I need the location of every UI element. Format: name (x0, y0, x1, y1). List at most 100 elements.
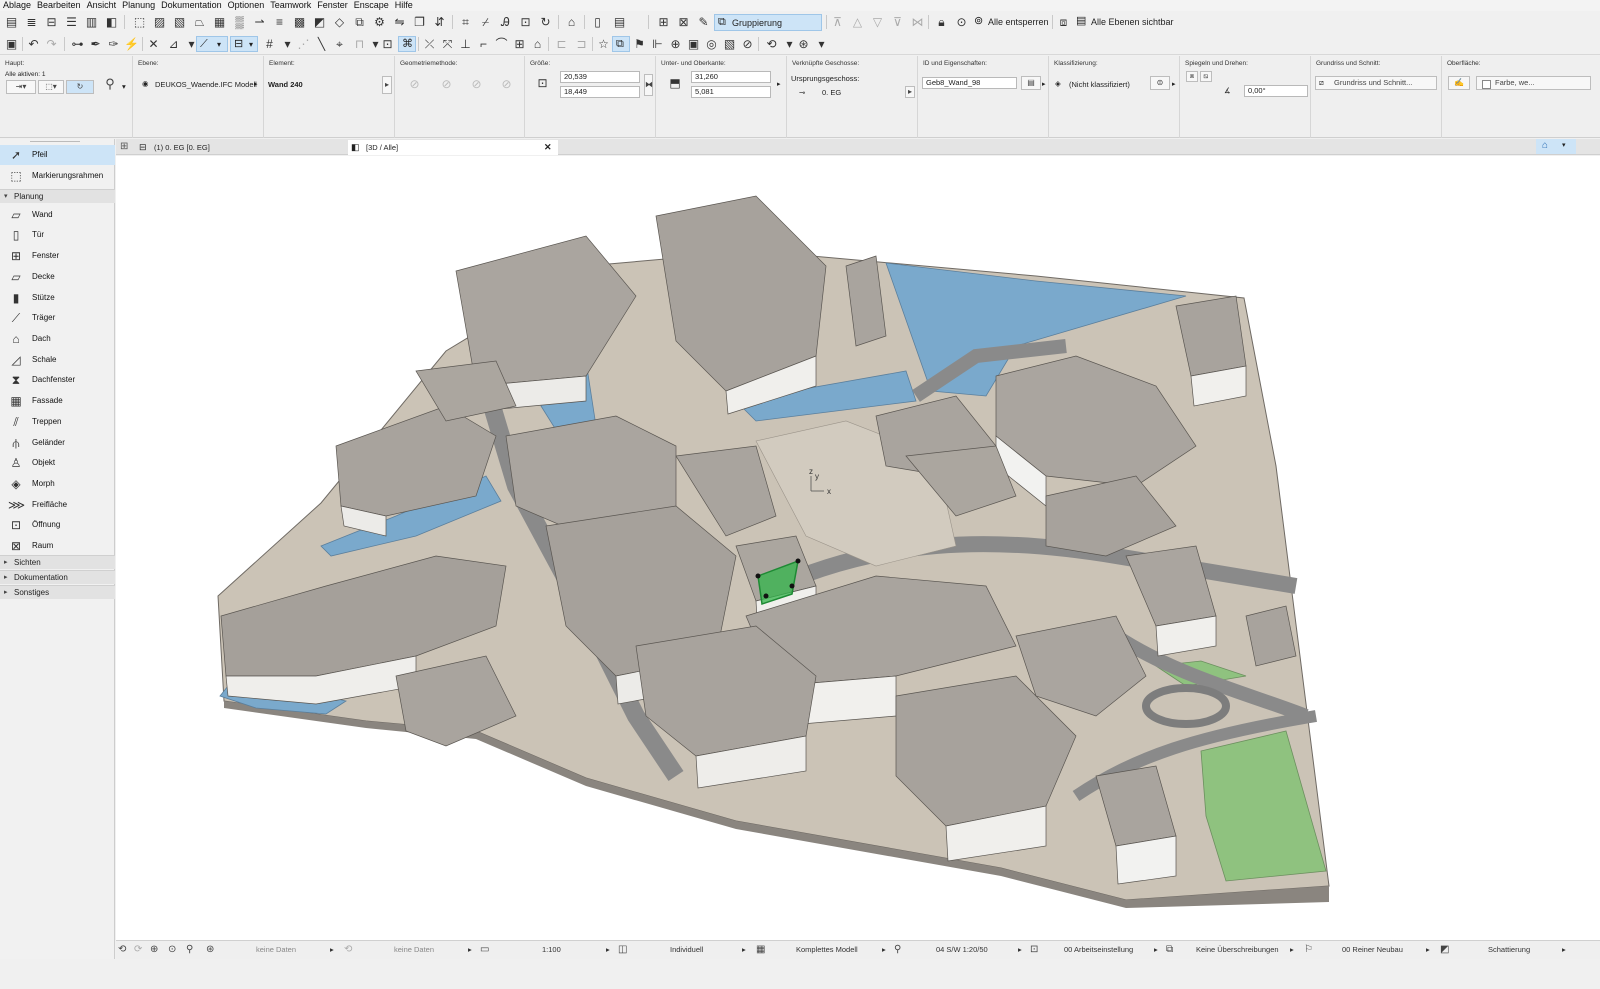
renovation-icon[interactable]: ⚐ (1304, 944, 1313, 955)
tool-fassade[interactable]: ▦ Fassade (0, 391, 115, 411)
home-story-value[interactable]: 0. EG (822, 88, 841, 97)
trapezoid-wall-icon[interactable]: ⊘ (499, 77, 514, 92)
chevron-right-icon[interactable]: ▸ (882, 945, 886, 954)
chevron-right-icon[interactable]: ▸ (1018, 945, 1022, 954)
frame-icon[interactable]: ⧉ (352, 15, 367, 30)
tool-marquee[interactable]: ⬚ Markierungsrahmen (0, 166, 115, 186)
group-sonstiges[interactable]: ▸ Sonstiges (0, 585, 115, 599)
inject-icon[interactable]: ⊶ (70, 37, 85, 52)
tool-treppen[interactable]: ⫽ Treppen (0, 412, 115, 432)
pattern-icon[interactable]: ▩ (292, 15, 307, 30)
toolbox-grip[interactable] (30, 139, 80, 142)
offset2-icon[interactable]: ⊞ (512, 37, 527, 52)
tool-fenster[interactable]: ⊞ Fenster (0, 246, 115, 266)
home-icon[interactable]: ⌂ (564, 15, 579, 30)
shading-value[interactable]: Schattierung (1488, 945, 1530, 954)
overrides-icon[interactable]: ⧉ (1166, 944, 1173, 955)
tool-oeffnung[interactable]: ⊡ Öffnung (0, 515, 115, 535)
floors-icon[interactable]: ⊟ (44, 15, 59, 30)
surface-paint-icon[interactable]: ✍ (1448, 76, 1470, 90)
chevron-right-icon[interactable]: ▸ (468, 945, 472, 954)
copy-icon[interactable]: ❐ (412, 15, 427, 30)
pan-icon[interactable]: ⟳ (134, 944, 142, 955)
tool-schale[interactable]: ◿ Schale (0, 350, 115, 370)
tag2-icon[interactable]: ⊘ (740, 37, 755, 52)
slab-icon[interactable]: ⏢ (192, 15, 207, 30)
tab-3d[interactable]: ◧ [3D / Alle] ✕ (348, 140, 558, 155)
3d-viewport[interactable]: z y x (116, 156, 1600, 940)
overrides-value[interactable]: Keine Überschreibungen (1196, 945, 1279, 954)
chevron-right-icon[interactable]: ▸ (1562, 945, 1566, 954)
zoom-in-icon[interactable]: ⊕ (150, 944, 158, 955)
city-model-3d[interactable]: z y x (116, 156, 1600, 940)
stack-icon[interactable]: ☰ (64, 15, 79, 30)
chevron-right-icon[interactable]: ▸ (1042, 80, 1046, 88)
star-icon[interactable]: ☆ (596, 37, 611, 52)
tag-icon[interactable]: ⌖ (332, 37, 347, 52)
fillet-icon[interactable]: ⌒ (494, 37, 509, 52)
forward-icon[interactable]: ▽ (870, 15, 885, 30)
mvo-value[interactable]: 00 Arbeitseinstellung (1064, 945, 1133, 954)
pen-set-value[interactable]: 04 S/W 1:20/50 (936, 945, 988, 954)
snap-button[interactable]: ⟋ ▾ (196, 36, 228, 52)
cube-icon[interactable]: ◧ (104, 15, 119, 30)
hatch2-icon[interactable]: ▧ (172, 15, 187, 30)
scale-value[interactable]: 1:100 (542, 945, 561, 954)
layer-combo-value[interactable]: Individuell (670, 945, 703, 954)
menu-ablage[interactable]: Ablage (0, 0, 34, 11)
grid-icon[interactable]: ▒ (232, 15, 247, 30)
mirror-icon[interactable]: ⧈ (1186, 71, 1198, 82)
tab-overview-icon[interactable]: ⊞ (120, 141, 128, 152)
door-icon[interactable]: ⬚ (132, 15, 147, 30)
tool-traeger[interactable]: ⟋ Träger (0, 308, 115, 328)
menu-enscape[interactable]: Enscape (351, 0, 392, 11)
menu-fenster[interactable]: Fenster (314, 0, 351, 11)
tool-wand[interactable]: ▱ Wand (0, 205, 115, 225)
mvo-icon[interactable]: ⊡ (1030, 944, 1038, 955)
lines-icon[interactable]: ≡ (272, 15, 287, 30)
trim-icon[interactable]: ⤫ (422, 37, 437, 52)
settings-figure-icon[interactable]: ⚲ (100, 77, 120, 96)
all-layers-visible-button[interactable]: ▤ Alle Ebenen sichtbar (1074, 14, 1174, 31)
chevron-right-icon[interactable]: ▸ (777, 80, 781, 88)
renovation-value[interactable]: 00 Reiner Neubau (1342, 945, 1403, 954)
tool-objekt[interactable]: ♙ Objekt (0, 453, 115, 473)
backward-icon[interactable]: △ (850, 15, 865, 30)
eyedropper-icon[interactable]: ✒ (88, 37, 103, 52)
classification-value[interactable]: (Nicht klassifiziert) (1069, 80, 1130, 89)
menu-ansicht[interactable]: Ansicht (84, 0, 120, 11)
tool-dachfenster[interactable]: ⧗ Dachfenster (0, 370, 115, 390)
zoom-sel-icon[interactable]: ⊡ (518, 15, 533, 30)
corner-icon[interactable]: ⌐ (476, 37, 491, 52)
search-icon[interactable]: ⊕ (668, 37, 683, 52)
menu-teamwork[interactable]: Teamwork (267, 0, 314, 11)
menu-dokumentation[interactable]: Dokumentation (158, 0, 225, 11)
lock-icon[interactable]: 🔒︎ (934, 15, 949, 30)
selection-mode-icon[interactable]: ⇥▾ (6, 80, 36, 94)
surface-button[interactable]: Farbe, we... (1476, 76, 1591, 90)
pen-icon[interactable]: ╲ (314, 37, 329, 52)
walk-icon[interactable]: ⚲ (186, 944, 193, 955)
unlock-icon[interactable]: ⊙ (954, 15, 969, 30)
menu-hilfe[interactable]: Hilfe (392, 0, 416, 11)
marker-icon[interactable]: ⊩ (650, 37, 665, 52)
chevron-down-icon[interactable]: ▾ (280, 37, 295, 52)
chevron-right-icon[interactable]: ▸ (254, 80, 258, 88)
save-icon[interactable]: ▣ (4, 37, 19, 52)
length-field[interactable]: 20,539 (560, 71, 640, 83)
project-icon[interactable]: ▤ (4, 15, 19, 30)
scale-icon[interactable]: ▭ (480, 944, 489, 955)
merge-icon[interactable]: ⊐ (574, 37, 589, 52)
pencil-icon[interactable]: ✎ (696, 15, 711, 30)
properties-icon[interactable]: ▤ (1021, 76, 1041, 90)
undo-zoom-icon[interactable]: ⟲ (344, 944, 352, 955)
link-icon[interactable]: ⧓ (644, 74, 653, 96)
magic-wand-icon[interactable]: ⚡ (124, 37, 139, 52)
angle-field[interactable]: 0,00° (1244, 85, 1308, 97)
chevron-right-icon[interactable]: ▸ (330, 945, 334, 954)
intersect-icon[interactable]: ⤧ (440, 37, 455, 52)
tab-floorplan[interactable]: ⊟ (1) 0. EG [0. EG] (136, 140, 346, 155)
top-elevation-field[interactable]: 31,260 (691, 71, 771, 83)
group-dokumentation[interactable]: ▸ Dokumentation (0, 570, 115, 584)
pen-set-icon[interactable]: ⚲ (894, 944, 901, 955)
